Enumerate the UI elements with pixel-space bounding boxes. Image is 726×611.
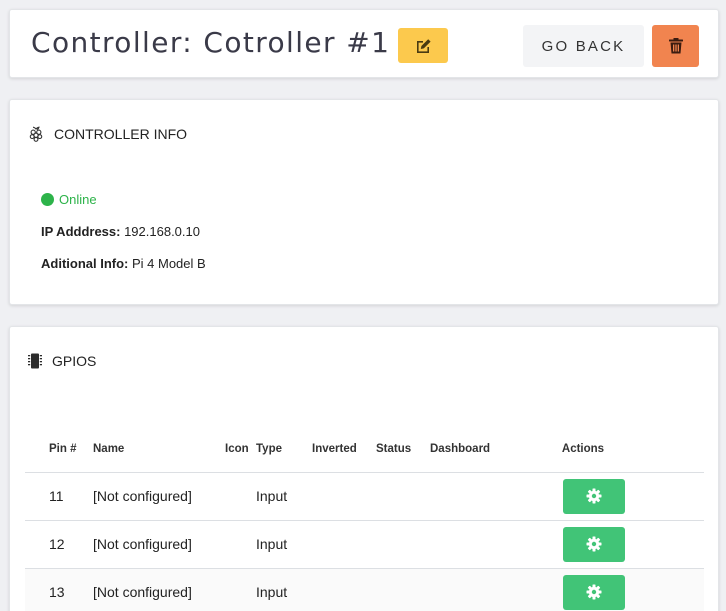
table-row: 11 [Not configured] Input: [25, 472, 704, 521]
column-header-type: Type: [256, 427, 312, 473]
type-cell: Input: [256, 568, 312, 611]
trash-icon: [668, 38, 683, 54]
status-dot-icon: [41, 193, 54, 206]
status-cell: [376, 520, 430, 569]
column-header-status: Status: [376, 427, 430, 473]
type-cell: Input: [256, 472, 312, 521]
name-cell: [Not configured]: [93, 568, 225, 611]
configure-button[interactable]: [563, 574, 625, 610]
pin-cell: 13: [25, 568, 93, 611]
ip-address-value: 192.168.0.10: [124, 224, 200, 239]
controller-info-header: CONTROLLER INFO: [28, 126, 187, 142]
additional-info-label: Aditional Info:: [41, 256, 132, 271]
gpio-table: Pin # Name Icon Type Inverted Status Das…: [25, 427, 704, 611]
status-indicator: Online: [41, 192, 97, 207]
edit-icon: [416, 39, 431, 53]
icon-cell: [225, 520, 256, 569]
gpios-header: GPIOS: [28, 353, 96, 369]
delete-button[interactable]: [652, 25, 699, 67]
dashboard-cell: [430, 568, 558, 611]
pin-cell: 12: [25, 520, 93, 569]
gear-icon: [586, 488, 602, 504]
configure-button[interactable]: [563, 526, 625, 562]
inverted-cell: [312, 568, 376, 611]
status-cell: [376, 472, 430, 521]
gpios-title: GPIOS: [52, 353, 97, 369]
controller-info-card: CONTROLLER INFO Online IP Adddress: 192.…: [9, 99, 719, 305]
icon-cell: [225, 568, 256, 611]
column-header-pin: Pin #: [25, 427, 93, 473]
column-header-icon: Icon: [225, 427, 256, 473]
gpio-table-header-row: Pin # Name Icon Type Inverted Status Das…: [25, 427, 704, 473]
dashboard-cell: [430, 520, 558, 569]
icon-cell: [225, 472, 256, 521]
edit-button[interactable]: [398, 28, 448, 63]
pin-cell: 11: [25, 472, 93, 521]
column-header-name: Name: [93, 427, 225, 473]
additional-info-value: Pi 4 Model B: [131, 256, 206, 271]
gear-icon: [586, 584, 602, 600]
configure-button[interactable]: [563, 478, 625, 514]
actions-cell: [558, 472, 704, 521]
type-cell: Input: [256, 520, 312, 569]
raspberry-icon: [29, 126, 43, 142]
controller-info-title: CONTROLLER INFO: [54, 126, 188, 142]
additional-info-row: Aditional Info: Pi 4 Model B: [41, 256, 206, 271]
table-row: 12 [Not configured] Input: [25, 520, 704, 569]
ip-address-label: IP Adddress:: [41, 224, 125, 239]
name-cell: [Not configured]: [93, 472, 225, 521]
status-cell: [376, 568, 430, 611]
gear-icon: [586, 536, 602, 552]
go-back-button[interactable]: GO BACK: [523, 25, 644, 67]
ip-address-row: IP Adddress: 192.168.0.10: [41, 224, 200, 239]
actions-cell: [558, 520, 704, 569]
dashboard-cell: [430, 472, 558, 521]
column-header-inverted: Inverted: [312, 427, 376, 473]
chip-icon: [28, 353, 42, 369]
table-row: 13 [Not configured] Input: [25, 568, 704, 611]
gpios-card: GPIOS Pin # Name Icon Type Inverted Stat…: [9, 326, 719, 611]
page-title: Controller: Cotroller #1: [31, 26, 391, 59]
status-text: Online: [59, 192, 97, 207]
column-header-actions: Actions: [558, 427, 704, 473]
name-cell: [Not configured]: [93, 520, 225, 569]
inverted-cell: [312, 472, 376, 521]
page-header: Controller: Cotroller #1 GO BACK: [9, 9, 719, 78]
column-header-dashboard: Dashboard: [430, 427, 558, 473]
inverted-cell: [312, 520, 376, 569]
actions-cell: [558, 568, 704, 611]
